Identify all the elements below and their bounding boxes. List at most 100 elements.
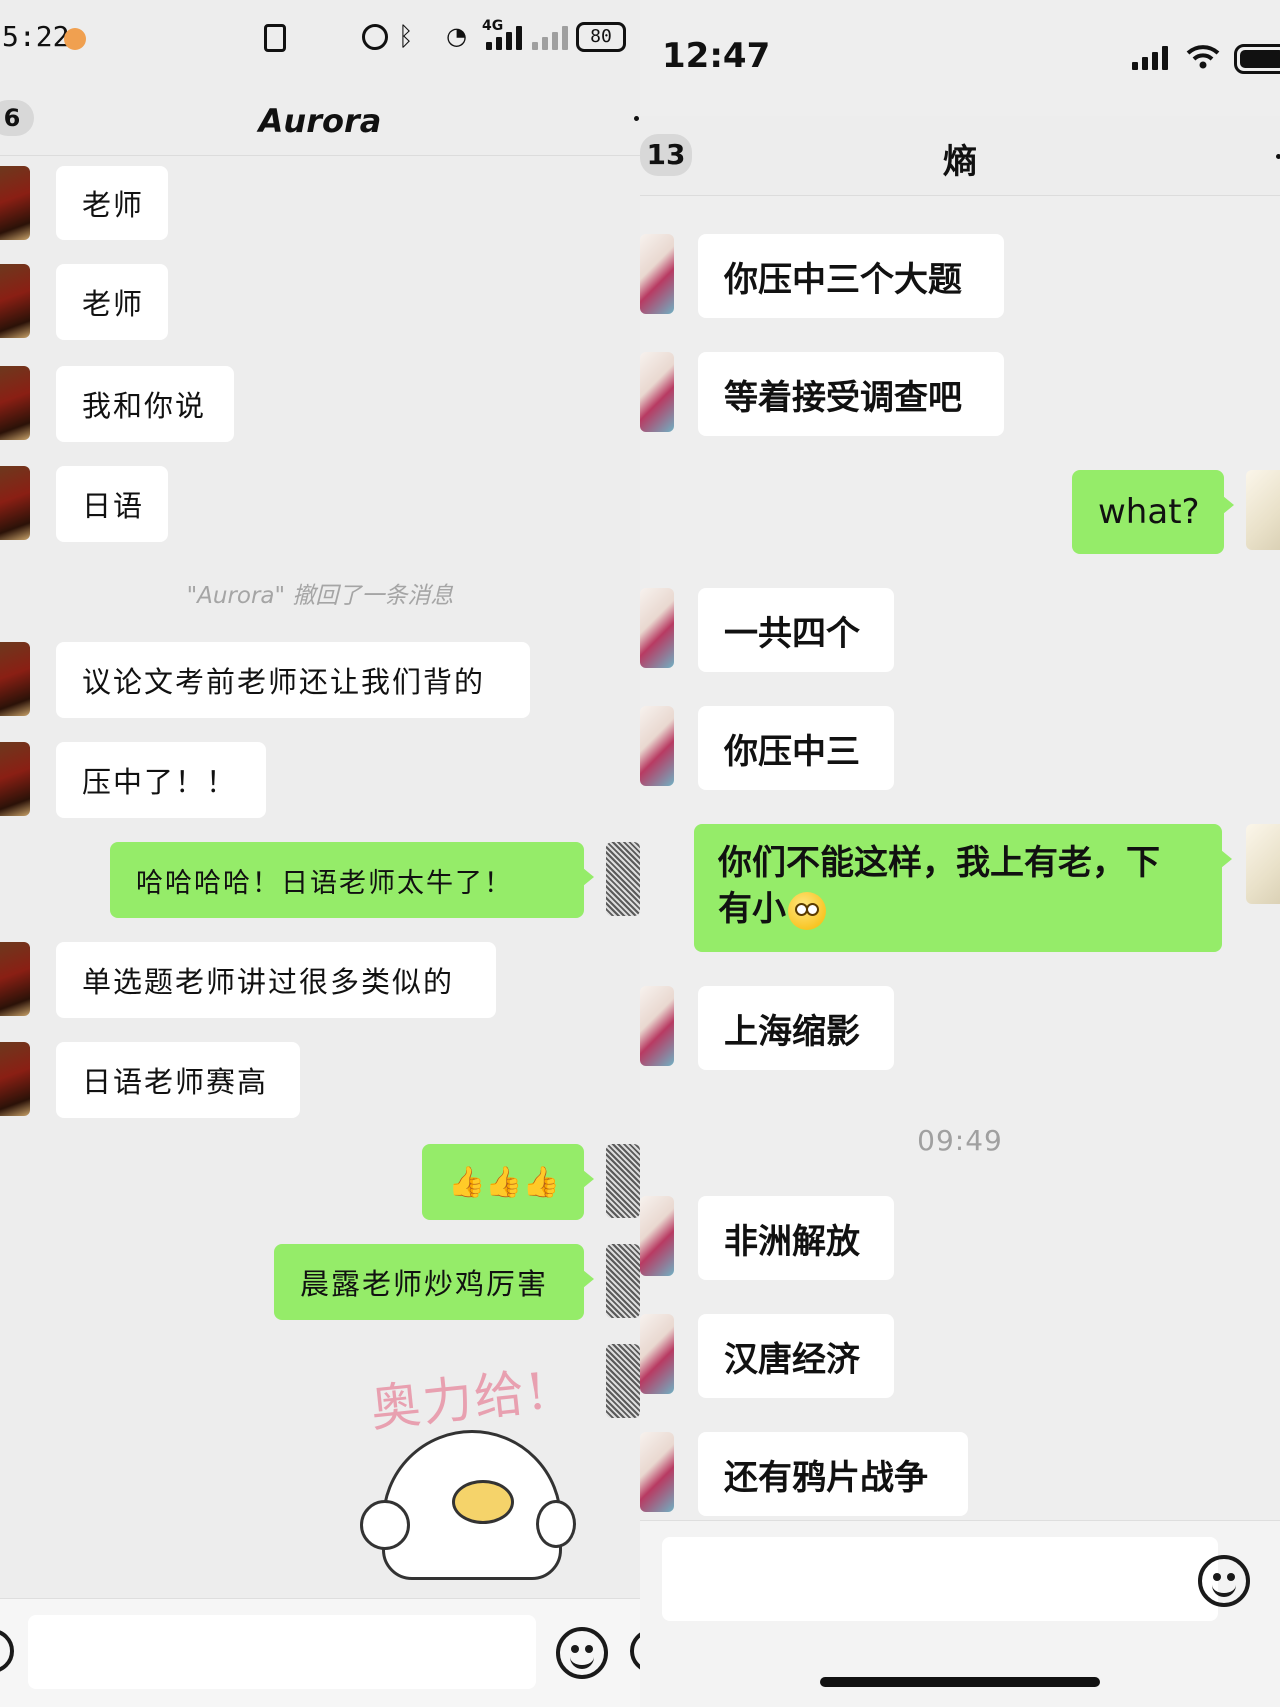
message-text: 老师 xyxy=(82,188,145,222)
status-time: 12:47 xyxy=(662,36,771,76)
wifi-icon xyxy=(1186,45,1220,69)
contact-avatar[interactable] xyxy=(640,352,674,432)
contact-avatar[interactable] xyxy=(0,166,30,240)
contact-avatar[interactable] xyxy=(0,642,30,716)
duck-wing xyxy=(536,1500,576,1548)
alarm-icon xyxy=(362,24,388,50)
message-text: 哈哈哈哈！日语老师太牛了！ xyxy=(136,867,513,899)
contact-avatar[interactable] xyxy=(640,706,674,786)
input-bar xyxy=(640,1520,1280,1707)
message-text: 老师 xyxy=(82,287,145,321)
message-text: 等着接受调查吧 xyxy=(724,377,962,418)
message-text: 议论文考前老师还让我们背的 xyxy=(82,665,486,699)
message-bubble[interactable]: 等着接受调查吧 xyxy=(698,352,1004,436)
battery-icon: 80 xyxy=(576,22,626,52)
duck-beak xyxy=(452,1480,514,1524)
signal-icon xyxy=(1132,46,1168,70)
contact-avatar[interactable] xyxy=(0,942,30,1016)
message-text: 汉唐经济 xyxy=(724,1339,860,1380)
message-bubble[interactable]: 议论文考前老师还让我们背的 xyxy=(56,642,530,718)
message-bubble[interactable]: 哈哈哈哈！日语老师太牛了！ xyxy=(110,842,594,918)
more-icon[interactable] xyxy=(634,116,639,121)
message-text: 日语 xyxy=(82,489,145,523)
chat-title: 熵 xyxy=(943,142,977,182)
plus-icon[interactable] xyxy=(630,1629,640,1673)
chat-header: 6 Aurora xyxy=(0,86,640,156)
contact-avatar[interactable] xyxy=(0,1042,30,1116)
chat-title: Aurora xyxy=(258,102,382,140)
my-avatar[interactable] xyxy=(606,842,640,916)
message-bubble[interactable]: 单选题老师讲过很多类似的 xyxy=(56,942,496,1018)
contact-avatar[interactable] xyxy=(640,1314,674,1394)
voice-icon[interactable] xyxy=(0,1629,14,1673)
message-text-line: 你们不能这样，我上有老，下 xyxy=(718,843,1160,883)
my-avatar[interactable] xyxy=(1246,470,1280,550)
contact-avatar[interactable] xyxy=(640,1432,674,1512)
message-bubble[interactable]: 晨露老师炒鸡厉害 xyxy=(274,1244,594,1320)
message-bubble[interactable]: 日语 xyxy=(56,466,168,542)
message-bubble[interactable]: 你们不能这样，我上有老，下 有小 xyxy=(694,824,1232,952)
message-text: 非洲解放 xyxy=(724,1221,860,1262)
contact-avatar[interactable] xyxy=(640,1196,674,1276)
contact-avatar[interactable] xyxy=(640,986,674,1066)
contact-avatar[interactable] xyxy=(640,234,674,314)
message-text: 你压中三 xyxy=(724,731,860,772)
signal-icon xyxy=(486,26,522,50)
sticker-duck[interactable]: 奥力给! xyxy=(360,1360,590,1580)
flushed-face-icon xyxy=(788,891,826,930)
chat-header: 13 熵 xyxy=(640,116,1280,196)
sticker-text: 奥力给! xyxy=(367,1361,552,1439)
contact-avatar[interactable] xyxy=(0,264,30,338)
my-avatar[interactable] xyxy=(606,1144,640,1218)
home-indicator[interactable] xyxy=(820,1677,1100,1687)
my-avatar[interactable] xyxy=(1246,824,1280,904)
message-bubble[interactable]: 非洲解放 xyxy=(698,1196,894,1280)
nfc-icon xyxy=(264,24,286,52)
wifi-icon: ◔ xyxy=(446,22,467,50)
message-bubble[interactable]: 老师 xyxy=(56,166,168,240)
message-text: 我和你说 xyxy=(82,389,207,423)
contact-avatar[interactable] xyxy=(640,588,674,668)
emoji-icon[interactable] xyxy=(1198,1555,1250,1607)
message-bubble[interactable]: 还有鸦片战争 xyxy=(698,1432,968,1516)
battery-fill xyxy=(1240,50,1280,68)
message-bubble[interactable]: 老师 xyxy=(56,264,168,340)
message-bubble[interactable]: 汉唐经济 xyxy=(698,1314,894,1398)
message-bubble[interactable]: 你压中三个大题 xyxy=(698,234,1004,318)
message-bubble[interactable]: 一共四个 xyxy=(698,588,894,672)
message-bubble[interactable]: 压中了！！ xyxy=(56,742,266,818)
battery-level: 80 xyxy=(590,26,612,47)
message-text: 上海缩影 xyxy=(724,1011,860,1052)
bluetooth-icon: ᛒ xyxy=(398,22,414,52)
message-input[interactable] xyxy=(662,1537,1218,1621)
my-avatar[interactable] xyxy=(606,1244,640,1318)
message-text: 还有鸦片战争 xyxy=(724,1457,928,1498)
message-bubble[interactable]: what? xyxy=(1072,470,1234,554)
status-time: 5:22 xyxy=(2,20,70,53)
input-bar xyxy=(0,1598,640,1707)
left-chat-screenshot: 5:22 ᛒ ◔ 4G 80 6 Aurora 老师 老师 我和你说 日语 "A… xyxy=(0,0,640,1707)
more-icon[interactable] xyxy=(1276,154,1280,159)
message-text: 晨露老师炒鸡厉害 xyxy=(300,1267,549,1301)
message-bubble[interactable]: 你压中三 xyxy=(698,706,894,790)
notification-icon xyxy=(64,28,86,50)
message-text: 单选题老师讲过很多类似的 xyxy=(82,965,455,999)
status-bar: 5:22 ᛒ ◔ 4G 80 xyxy=(0,0,640,80)
thumbs-up-icon: 👍👍👍 xyxy=(448,1164,561,1200)
timestamp: 09:49 xyxy=(917,1124,1003,1157)
my-avatar[interactable] xyxy=(606,1344,640,1418)
contact-avatar[interactable] xyxy=(0,466,30,540)
message-bubble[interactable]: 上海缩影 xyxy=(698,986,894,1070)
signal-icon-2 xyxy=(532,26,568,50)
status-bar: 12:47 xyxy=(640,0,1280,80)
message-bubble[interactable]: 👍👍👍 xyxy=(422,1144,594,1220)
message-bubble[interactable]: 我和你说 xyxy=(56,366,234,442)
message-input[interactable] xyxy=(28,1615,536,1689)
message-bubble[interactable]: 日语老师赛高 xyxy=(56,1042,300,1118)
message-text-line: 有小 xyxy=(718,886,1198,932)
message-text: 日语老师赛高 xyxy=(82,1065,269,1099)
contact-avatar[interactable] xyxy=(0,742,30,816)
emoji-icon[interactable] xyxy=(556,1627,608,1679)
contact-avatar[interactable] xyxy=(0,366,30,440)
right-chat-screenshot: 12:47 13 熵 你压中三个大题 等着接受调查吧 what? 一共四个 你压… xyxy=(640,0,1280,1707)
